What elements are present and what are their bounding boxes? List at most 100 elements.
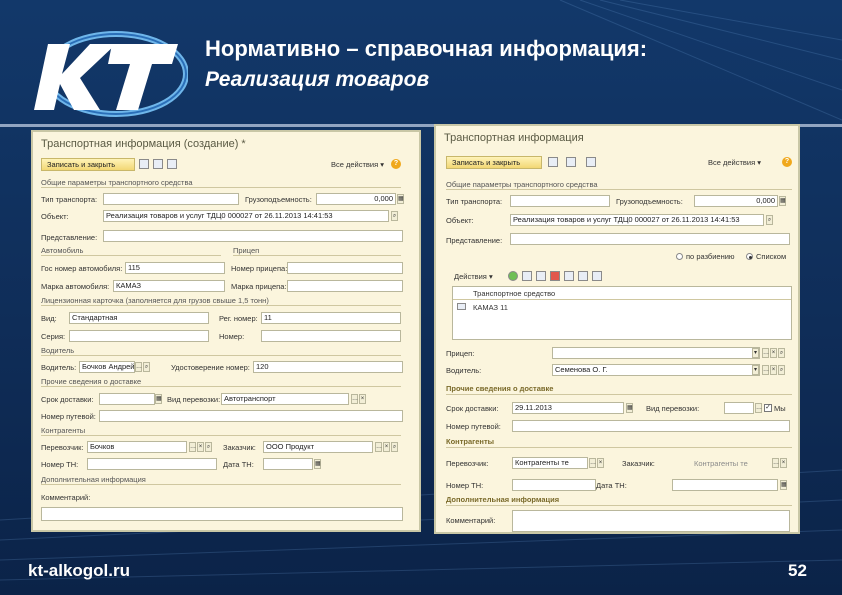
dropdown-button[interactable]: ▾ — [752, 348, 759, 358]
search-icon[interactable]: ⌕ — [391, 442, 398, 452]
delivery-date-field[interactable]: 29.11.2013 — [512, 402, 624, 414]
transport-type-field[interactable] — [510, 195, 610, 207]
driver-field[interactable]: Семенова О. Г. — [552, 364, 760, 376]
table-icon[interactable] — [586, 157, 596, 167]
comment-field[interactable] — [41, 507, 403, 521]
reg-number-field[interactable]: 11 — [261, 312, 401, 324]
tn-number-field[interactable] — [512, 479, 596, 491]
search-icon[interactable]: ⌕ — [766, 215, 773, 225]
clear-button[interactable]: × — [383, 442, 390, 452]
carrier-field[interactable]: Бочков — [87, 441, 187, 453]
save-close-button[interactable]: Записать и закрыть — [446, 156, 542, 169]
delivery-date-field[interactable] — [99, 393, 155, 405]
label-driver: Водитель: — [41, 363, 77, 372]
radio-list[interactable] — [746, 253, 753, 260]
object-field[interactable]: Реализация товаров и услуг ТДЦ0 000027 о… — [103, 210, 389, 222]
floppy-icon[interactable] — [139, 159, 149, 169]
checkbox-icon[interactable]: ✓ — [764, 404, 772, 412]
select-button[interactable]: … — [189, 442, 196, 452]
object-field[interactable]: Реализация товаров и услуг ТДЦ0 000027 о… — [510, 214, 764, 226]
clear-button[interactable]: × — [597, 458, 604, 468]
clear-button[interactable]: × — [780, 458, 787, 468]
add-icon[interactable] — [508, 271, 518, 281]
slide-title: Нормативно – справочная информация: — [205, 36, 648, 61]
doc-icon[interactable] — [566, 157, 576, 167]
driver-field[interactable]: Бочков Андрей — [79, 361, 135, 373]
select-button[interactable]: … — [351, 394, 358, 404]
car-number-field[interactable]: 115 — [125, 262, 225, 274]
representation-field[interactable] — [510, 233, 790, 245]
delete-icon[interactable] — [550, 271, 560, 281]
table-icon[interactable] — [167, 159, 177, 169]
kind-field[interactable]: Стандартная — [69, 312, 209, 324]
select-button[interactable]: … — [772, 458, 779, 468]
section-delivery: Прочие сведения о доставке — [41, 377, 401, 387]
search-icon[interactable]: ⌕ — [205, 442, 212, 452]
series-field[interactable] — [69, 330, 209, 342]
label-carrier: Перевозчик: — [41, 443, 84, 452]
move-up-icon[interactable] — [564, 271, 574, 281]
refresh-icon[interactable] — [592, 271, 602, 281]
select-button[interactable]: … — [762, 365, 769, 375]
route-number-field[interactable] — [512, 420, 790, 432]
trailer-field[interactable] — [552, 347, 760, 359]
doc-icon[interactable] — [153, 159, 163, 169]
section-driver: Водитель — [41, 346, 401, 356]
search-icon[interactable]: ⌕ — [778, 365, 785, 375]
calc-icon[interactable]: ▦ — [397, 194, 404, 204]
select-button[interactable]: … — [762, 348, 769, 358]
calendar-icon[interactable]: ▦ — [780, 480, 787, 490]
select-button[interactable]: … — [375, 442, 382, 452]
calendar-icon[interactable]: ▦ — [155, 394, 162, 404]
trailer-number-field[interactable] — [287, 262, 403, 274]
table-row[interactable]: КАМАЗ 11 — [473, 303, 508, 312]
trailer-brand-field[interactable] — [287, 280, 403, 292]
customer-field[interactable]: ООО Продукт — [263, 441, 373, 453]
edit-icon[interactable] — [536, 271, 546, 281]
route-number-field[interactable] — [99, 410, 403, 422]
clear-button[interactable]: × — [770, 348, 777, 358]
calendar-icon[interactable]: ▦ — [314, 459, 321, 469]
all-actions-menu[interactable]: Все действия ▾ — [331, 160, 384, 169]
dropdown-button[interactable]: ▾ — [752, 365, 759, 375]
search-icon[interactable]: ⌕ — [143, 362, 150, 372]
table-actions-menu[interactable]: Действия ▾ — [454, 272, 493, 281]
copy-icon[interactable] — [522, 271, 532, 281]
help-icon[interactable]: ? — [391, 159, 401, 169]
label-representation: Представление: — [446, 236, 503, 245]
clear-button[interactable]: × — [770, 365, 777, 375]
capacity-field[interactable]: 0,000 — [316, 193, 396, 205]
tn-date-field[interactable] — [263, 458, 313, 470]
all-actions-menu[interactable]: Все действия ▾ — [708, 158, 761, 167]
tn-number-field[interactable] — [87, 458, 217, 470]
radio-breakdown[interactable] — [676, 253, 683, 260]
transport-kind-field[interactable] — [724, 402, 754, 414]
customer-value[interactable]: Контрагенты те — [694, 459, 748, 468]
vehicles-table[interactable]: Транспортное средство КАМАЗ 11 — [452, 286, 792, 340]
calendar-icon[interactable]: ▦ — [626, 403, 633, 413]
representation-field[interactable] — [103, 230, 403, 242]
slide-subtitle: Реализация товаров — [205, 68, 430, 91]
calc-icon[interactable]: ▦ — [779, 196, 786, 206]
tn-date-field[interactable] — [672, 479, 778, 491]
carrier-field[interactable]: Контрагенты те — [512, 457, 588, 469]
select-button[interactable]: … — [755, 403, 762, 413]
select-button[interactable]: … — [589, 458, 596, 468]
clear-button[interactable]: × — [197, 442, 204, 452]
transport-type-field[interactable] — [103, 193, 239, 205]
number-field[interactable] — [261, 330, 401, 342]
car-brand-field[interactable]: КАМАЗ — [113, 280, 225, 292]
select-button[interactable]: … — [135, 362, 142, 372]
clear-button[interactable]: × — [359, 394, 366, 404]
license-number-field[interactable]: 120 — [253, 361, 403, 373]
save-close-button[interactable]: Записать и закрыть — [41, 158, 135, 171]
capacity-field[interactable]: 0,000 — [694, 195, 778, 207]
label-object: Объект: — [446, 216, 474, 225]
comment-field[interactable] — [512, 510, 790, 532]
transport-kind-field[interactable]: Автотранспорт — [221, 393, 349, 405]
search-icon[interactable]: ⌕ — [391, 211, 398, 221]
move-down-icon[interactable] — [578, 271, 588, 281]
search-icon[interactable]: ⌕ — [778, 348, 785, 358]
floppy-icon[interactable] — [548, 157, 558, 167]
help-icon[interactable]: ? — [782, 157, 792, 167]
